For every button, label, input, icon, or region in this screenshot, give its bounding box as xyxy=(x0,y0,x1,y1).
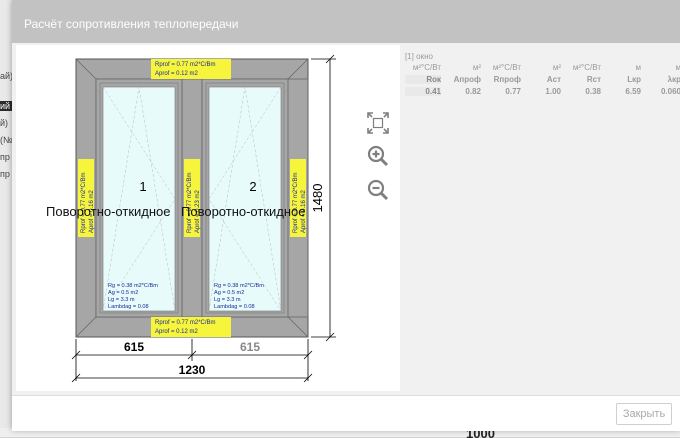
header-cell: Aпроф xyxy=(453,75,481,84)
background-fragment: пр xyxy=(0,152,10,162)
background-fragment-selected: ий xyxy=(0,101,13,111)
mullion-profile-r: Rprof = 0.77 m2*C/Bm xyxy=(187,172,193,233)
value-cell: 0.41 xyxy=(405,87,441,96)
zoom-in-icon[interactable] xyxy=(366,144,390,168)
dialog-footer xyxy=(12,395,680,431)
svg-text:Lambdag = 0.08: Lambdag = 0.08 xyxy=(214,304,255,310)
sash-2-type: Поворотно-откидное xyxy=(181,204,306,219)
unit-cell: м²°С/Вт xyxy=(572,63,601,72)
header-cell: Rок xyxy=(405,75,441,84)
header-cell: λкр xyxy=(667,75,680,84)
value-cell: 0.77 xyxy=(505,87,521,96)
header-cell: Rст xyxy=(586,75,601,84)
background-fragment: (№ xyxy=(0,135,13,145)
header-cell: Lкр xyxy=(627,75,641,84)
header-cell: Rпроф xyxy=(493,75,521,84)
glass-1 xyxy=(102,86,176,312)
top-profile-r: Rprof = 0.77 m2*C/Bm xyxy=(155,62,216,68)
window-drawing: 1 2 Rprof = 0.77 m2*C/Bm Aprof = 0.12 m2… xyxy=(46,54,336,383)
svg-text:Lg = 3.3 m: Lg = 3.3 m xyxy=(108,297,135,303)
sash-1-number: 1 xyxy=(139,179,146,194)
value-cell: 0.82 xyxy=(465,87,481,96)
value-cell: 0.060 xyxy=(660,87,680,96)
value-cell: 0.38 xyxy=(585,87,601,96)
zoom-out-icon[interactable] xyxy=(366,178,390,202)
bottom-profile-r: Rprof = 0.77 m2*C/Bm xyxy=(155,320,216,326)
unit-cell: м² xyxy=(552,63,561,72)
left-profile-r: Rprof = 0.77 m2*C/Bm xyxy=(81,172,87,233)
bottom-profile-a: Aprof = 0.12 m2 xyxy=(155,329,199,335)
svg-text:Rg = 0.38 m2*C/Bm: Rg = 0.38 m2*C/Bm xyxy=(214,283,264,289)
svg-text:Ag = 0.5 m2: Ag = 0.5 m2 xyxy=(214,290,244,296)
background-fragment: пр xyxy=(0,169,10,179)
dialog-titlebar: Расчёт сопротивления теплопередачи xyxy=(12,0,680,43)
height-dimension-label: 1480 xyxy=(310,184,325,213)
total-width-label: 1230 xyxy=(179,363,206,377)
window-drawing-canvas[interactable]: 1 2 Rprof = 0.77 m2*C/Bm Aprof = 0.12 m2… xyxy=(16,45,400,391)
unit-cell: м xyxy=(675,63,680,72)
value-cell: 1.00 xyxy=(545,87,561,96)
svg-text:Ag = 0.5 m2: Ag = 0.5 m2 xyxy=(108,290,138,296)
unit-cell: м² xyxy=(472,63,481,72)
sash-1-type: Поворотно-откидное xyxy=(46,204,171,219)
heat-resistance-dialog: Расчёт сопротивления теплопередачи 1 2 R… xyxy=(12,0,680,431)
unit-cell: м xyxy=(635,63,642,72)
svg-text:Lg = 3.3 m: Lg = 3.3 m xyxy=(214,297,241,303)
svg-text:Lambdag = 0.08: Lambdag = 0.08 xyxy=(108,304,149,310)
glass-2 xyxy=(208,86,282,312)
top-profile-a: Aprof = 0.12 m2 xyxy=(155,71,199,77)
value-cell: 6.59 xyxy=(625,87,641,96)
fit-to-screen-icon[interactable] xyxy=(366,111,390,135)
right-profile-r: Rprof = 0.77 m2*C/Bm xyxy=(293,172,299,233)
results-section-title: [1] окно xyxy=(405,52,433,61)
left-width-label: 615 xyxy=(124,340,144,354)
dialog-title: Расчёт сопротивления теплопередачи xyxy=(24,17,239,31)
close-button[interactable]: Закрыть xyxy=(616,403,672,425)
unit-cell: м²°С/Вт xyxy=(492,63,521,72)
background-fragment: й) xyxy=(0,118,9,128)
unit-cell: м²°С/Вт xyxy=(412,63,441,72)
svg-text:Rg = 0.38 m2*C/Bm: Rg = 0.38 m2*C/Bm xyxy=(108,283,158,289)
sash-2-number: 2 xyxy=(249,179,256,194)
right-width-label: 615 xyxy=(240,340,260,354)
header-cell: Aст xyxy=(546,75,561,84)
